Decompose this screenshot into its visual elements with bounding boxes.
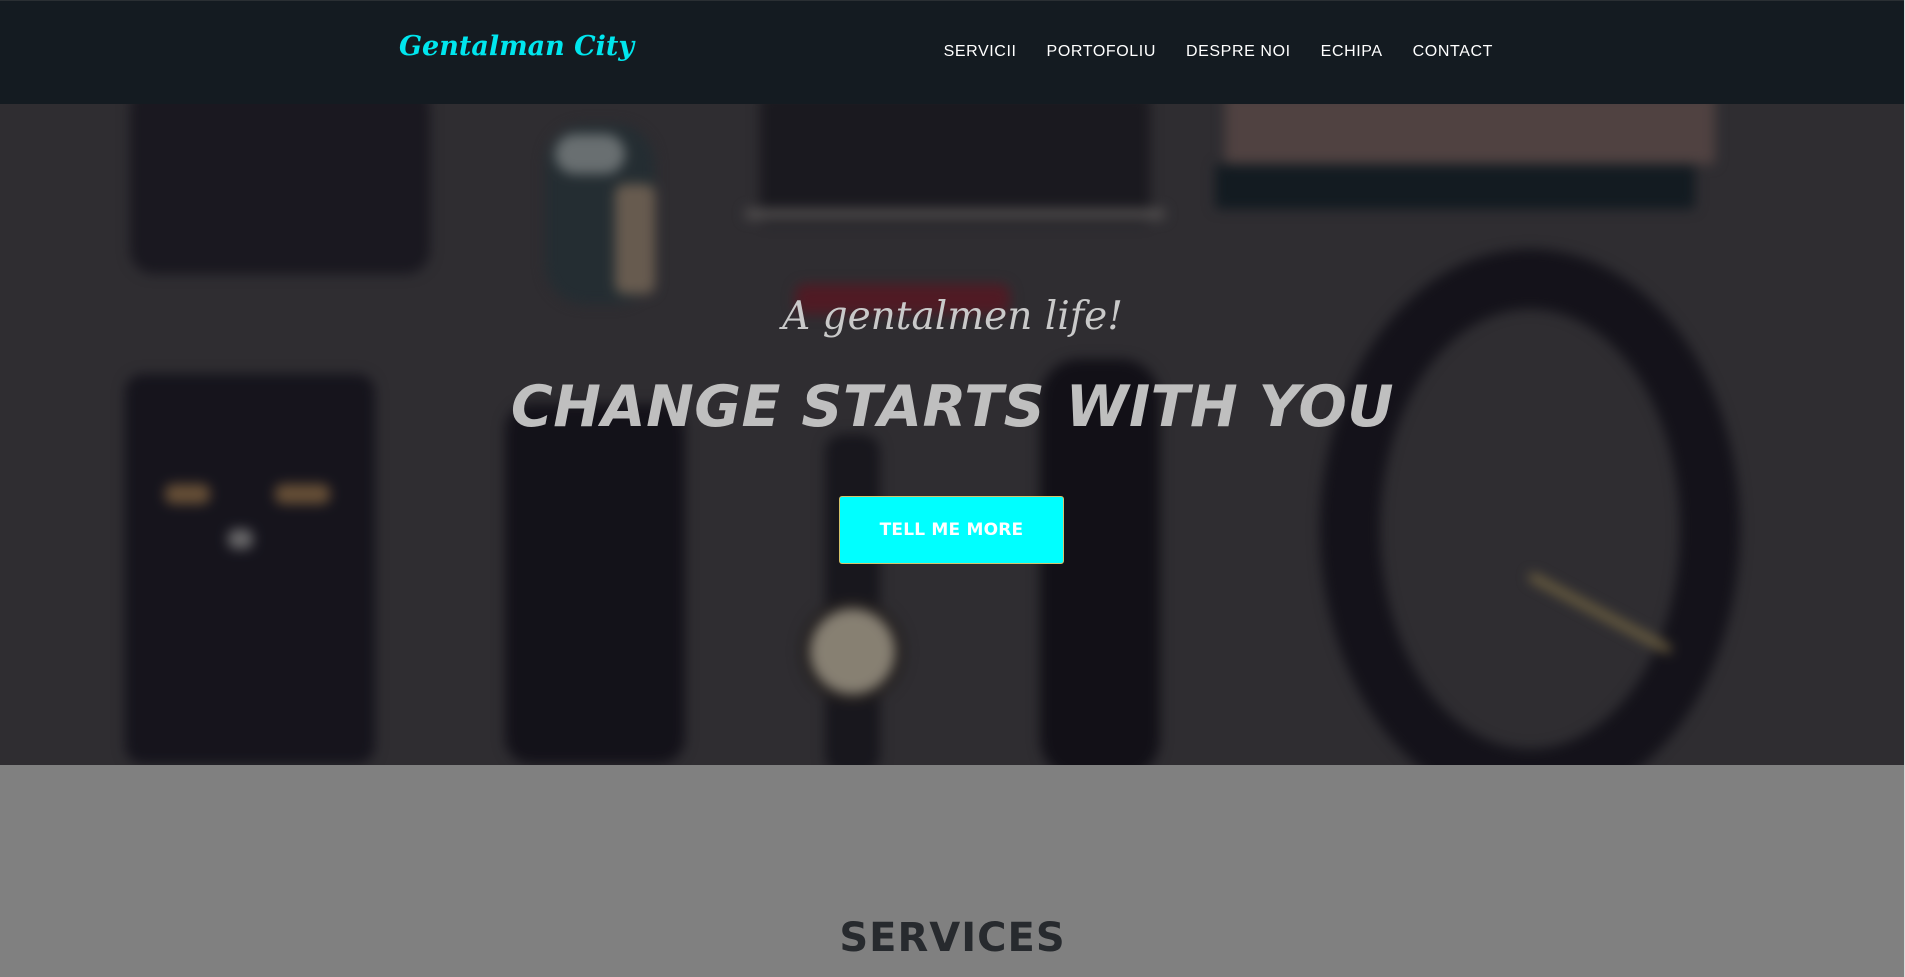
services-heading: SERVICES: [839, 915, 1066, 961]
brand-logo[interactable]: Gentalman City: [399, 31, 634, 62]
nav-item-contact: CONTACT: [1413, 41, 1493, 61]
nav-item-portofoliu: PORTOFOLIU: [1047, 41, 1156, 61]
nav-item-despre-noi: DESPRE NOI: [1186, 41, 1291, 61]
tell-me-more-button[interactable]: TELL ME MORE: [839, 496, 1064, 564]
nav-item-servicii: SERVICII: [944, 41, 1017, 61]
hero-title: CHANGE STARTS WITH YOU: [510, 374, 1395, 440]
hero-content: A gentalmen life! CHANGE STARTS WITH YOU…: [0, 104, 1905, 765]
nav-link-portofoliu[interactable]: PORTOFOLIU: [1047, 43, 1156, 60]
navbar: Gentalman City SERVICII PORTOFOLIU DESPR…: [0, 0, 1905, 104]
hero-section: A gentalmen life! CHANGE STARTS WITH YOU…: [0, 104, 1905, 765]
services-section: SERVICES: [0, 765, 1905, 977]
nav-link-contact[interactable]: CONTACT: [1413, 43, 1493, 60]
nav-link-echipa[interactable]: ECHIPA: [1321, 43, 1383, 60]
nav-menu: SERVICII PORTOFOLIU DESPRE NOI ECHIPA CO…: [944, 41, 1493, 61]
nav-item-echipa: ECHIPA: [1321, 41, 1383, 61]
page: Gentalman City SERVICII PORTOFOLIU DESPR…: [0, 0, 1905, 977]
nav-link-despre-noi[interactable]: DESPRE NOI: [1186, 43, 1291, 60]
nav-link-servicii[interactable]: SERVICII: [944, 43, 1017, 60]
hero-subtitle: A gentalmen life!: [782, 294, 1123, 339]
